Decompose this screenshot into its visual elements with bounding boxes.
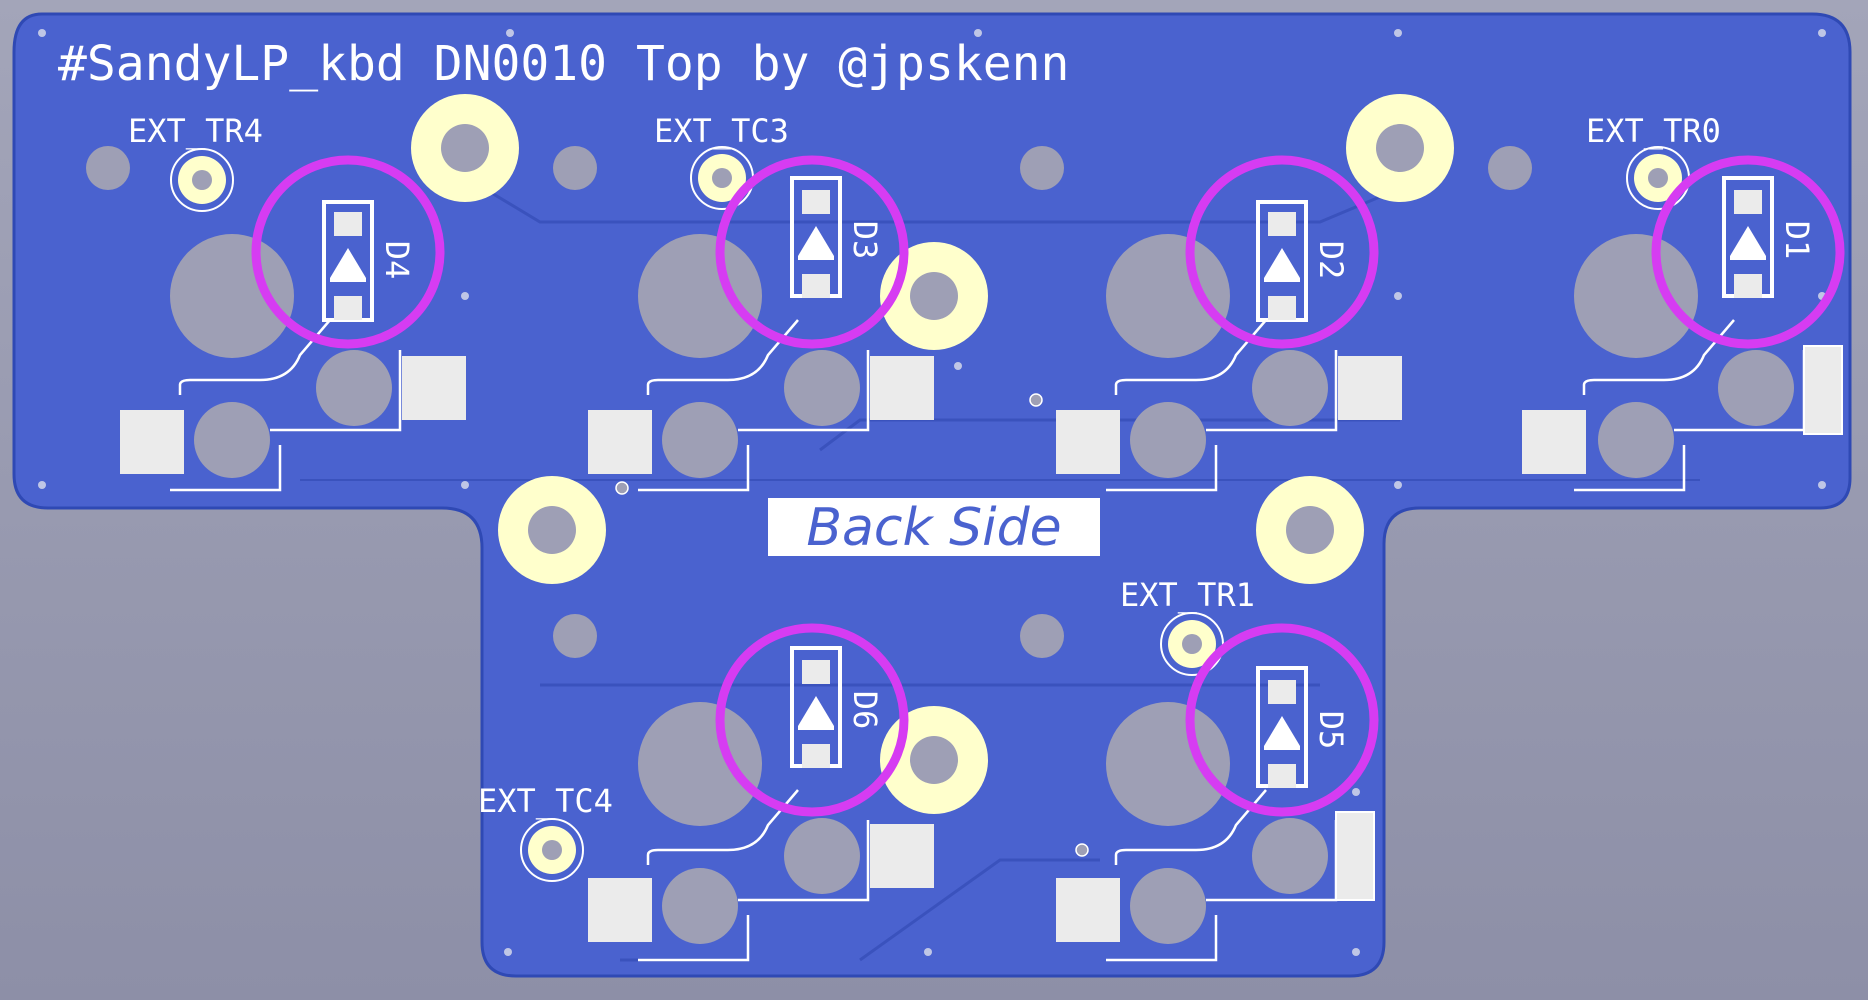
mounting-hole <box>1346 94 1454 202</box>
mounting-hole <box>411 94 519 202</box>
diode-label: D1 <box>1778 221 1816 260</box>
ext-pad-tr0 <box>1626 146 1690 210</box>
diode-label: D2 <box>1312 241 1350 280</box>
back-side-box: Back Side <box>768 498 1100 558</box>
diode-label: D3 <box>846 221 884 260</box>
ext-pad-tr4 <box>170 148 234 212</box>
back-side-label: Back Side <box>806 498 1061 558</box>
ext-pad-tr1 <box>1160 612 1224 676</box>
pcb-view: EXT_TR4 EXT_TC3 EXT_TR0 EXT_TR1 EXT_TC4 … <box>12 12 1852 978</box>
mounting-hole <box>498 476 606 584</box>
ext-label-tr0: EXT_TR0 <box>1586 112 1721 150</box>
ext-label-tc3: EXT_TC3 <box>654 112 789 150</box>
mounting-hole <box>1256 476 1364 584</box>
board-title: #SandyLP_kbd DN0010 Top by @jpskenn <box>58 36 1069 92</box>
ext-label-tr4: EXT_TR4 <box>128 112 263 150</box>
diode-label: D5 <box>1312 711 1350 750</box>
diode-label: D6 <box>846 691 884 730</box>
diode-label: D4 <box>378 241 416 280</box>
ext-pad-tc3 <box>690 146 754 210</box>
ext-label-tc4: EXT_TC4 <box>478 782 613 820</box>
ext-label-tr1: EXT_TR1 <box>1120 576 1255 614</box>
ext-pad-tc4 <box>520 818 584 882</box>
